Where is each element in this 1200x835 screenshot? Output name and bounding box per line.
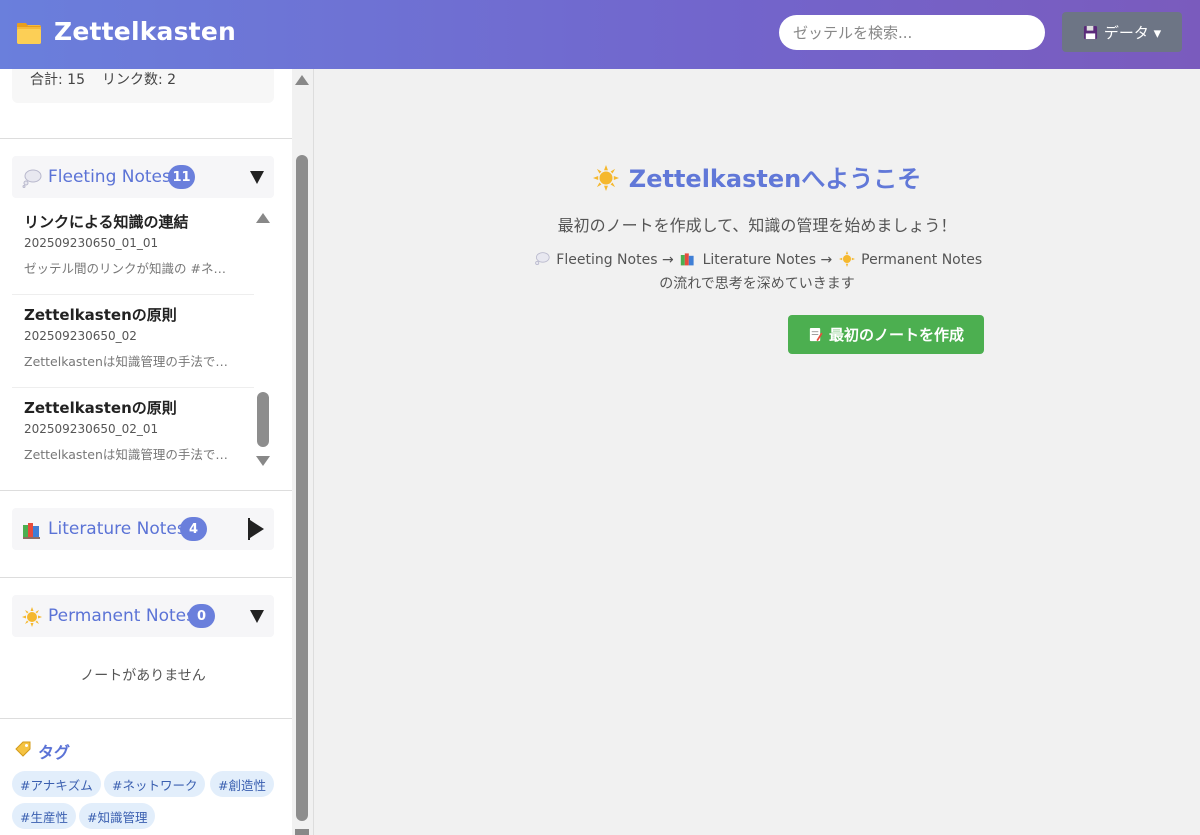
empty-notes-message: ノートがありません: [80, 668, 206, 684]
workflow-line: Fleeting Notes → Literature Notes → Perm…: [314, 251, 1200, 268]
divider: [0, 490, 292, 491]
note-list-scroll-down[interactable]: [256, 456, 270, 466]
workflow-tail: の流れで思考を深めていきます: [659, 276, 855, 292]
expand-triangle-icon[interactable]: [250, 520, 264, 538]
flow-permanent: Permanent Notes: [861, 252, 983, 268]
sun-icon: [592, 165, 619, 191]
sidebar-scroll-down[interactable]: [295, 829, 309, 835]
welcome-subtitle: 最初のノートを作成して、知識の管理を始めましょう！: [557, 216, 957, 235]
section-header-literature[interactable]: Literature Notes 4: [12, 508, 274, 550]
folder-icon: [17, 23, 41, 44]
thought-bubble-icon: [22, 169, 42, 188]
note-title: Zettelkastenの原則: [24, 399, 177, 417]
tag-chip[interactable]: #ネットワーク: [104, 771, 206, 797]
note-id: 202509230650_02_01: [24, 422, 159, 436]
note-item[interactable]: Zettelkastenの原則 202509230650_02_01 Zette…: [12, 389, 254, 471]
note-list-scroll-up[interactable]: [256, 213, 270, 223]
divider: [0, 577, 292, 578]
section-title-literature: Literature Notes: [48, 519, 186, 539]
note-title: Zettelkastenの原則: [24, 306, 177, 324]
app-title: Zettelkasten: [54, 17, 236, 46]
count-badge-literature: 4: [180, 517, 207, 541]
collapse-triangle-icon[interactable]: [250, 171, 264, 184]
welcome-title-text: Zettelkastenへようこそ: [628, 165, 922, 193]
note-list-scrollbar[interactable]: [257, 392, 269, 447]
tags-title: タグ: [38, 743, 71, 762]
stats-total: 合計: 15: [30, 72, 85, 88]
count-badge-fleeting: 11: [168, 165, 195, 189]
tag-chip[interactable]: #創造性: [210, 771, 274, 797]
section-title-permanent: Permanent Notes: [48, 606, 195, 626]
note-item[interactable]: Zettelkastenの原則 202509230650_02 Zettelka…: [12, 296, 254, 388]
section-header-fleeting[interactable]: Fleeting Notes 11: [12, 156, 274, 198]
divider: [0, 718, 292, 719]
note-title: リンクによる知識の連結: [24, 213, 189, 231]
welcome-title: Zettelkastenへようこそ: [314, 159, 1200, 194]
section-header-permanent[interactable]: Permanent Notes 0: [12, 595, 274, 637]
flow-literature: Literature Notes: [702, 252, 817, 268]
sun-icon: [22, 607, 42, 627]
create-first-note-button[interactable]: 最初のノートを作成: [788, 315, 984, 354]
divider: [0, 138, 292, 139]
flow-arrow: →: [661, 252, 674, 268]
sidebar-scroll-up[interactable]: [295, 75, 309, 85]
thought-bubble-icon: [535, 252, 550, 265]
count-badge-permanent: 0: [188, 604, 215, 628]
tag-chip[interactable]: #生産性: [12, 803, 76, 829]
flow-fleeting: Fleeting Notes: [556, 252, 658, 268]
books-icon: [680, 253, 694, 266]
tag-icon: [15, 741, 31, 757]
search-input[interactable]: [779, 15, 1045, 50]
floppy-disk-icon: [1083, 25, 1097, 39]
note-id: 202509230650_02: [24, 329, 137, 343]
note-excerpt: Zettelkastenは知識管理の手法で…: [24, 447, 228, 462]
collapse-triangle-icon[interactable]: [250, 610, 264, 623]
tag-chip[interactable]: #知識管理: [79, 803, 156, 829]
create-first-note-label: 最初のノートを作成: [828, 326, 964, 344]
section-title-fleeting: Fleeting Notes: [48, 167, 171, 187]
sidebar-scrollbar-thumb[interactable]: [296, 155, 308, 821]
note-excerpt: Zettelkastenは知識管理の手法で…: [24, 354, 228, 369]
flow-arrow: →: [820, 252, 833, 268]
memo-icon: [809, 327, 823, 342]
sidebar: 合計: 15 リンク数: 2 Fleeting Notes 11 リンクによる知…: [0, 69, 314, 835]
data-menu-label: データ ▾: [1103, 23, 1162, 42]
note-item[interactable]: リンクによる知識の連結 202509230650_01_01 ゼッテル間のリンク…: [12, 203, 254, 295]
tag-chip[interactable]: #アナキズム: [12, 771, 101, 797]
fleeting-note-list: リンクによる知識の連結 202509230650_01_01 ゼッテル間のリンク…: [12, 203, 274, 471]
note-excerpt: ゼッテル間のリンクが知識の #ネ…: [24, 261, 226, 276]
note-id: 202509230650_01_01: [24, 236, 159, 250]
books-icon: [23, 523, 40, 539]
sun-icon: [838, 251, 855, 267]
stats-links: リンク数: 2: [102, 72, 177, 88]
data-menu-button[interactable]: データ ▾: [1062, 12, 1182, 52]
app-header: Zettelkasten データ ▾: [0, 0, 1200, 69]
